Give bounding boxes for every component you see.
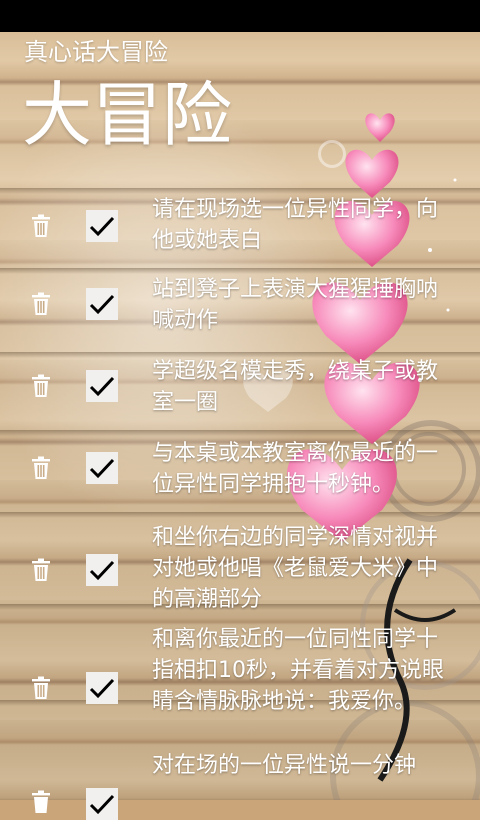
checkmark-icon [89,216,115,237]
done-checkbox[interactable] [86,370,118,402]
checkmark-icon [89,560,115,581]
done-checkbox[interactable] [86,788,118,820]
list-item: 学超级名模走秀，绕桌子或教室一圈 [0,342,480,424]
done-checkbox[interactable] [86,672,118,704]
dare-text: 和离你最近的一位同性同学十指相扣10秒，并看着对方说眼睛含情脉脉地说：我爱你。 [152,627,444,714]
list-item: 和坐你右边的同学深情对视并对她或他唱《老鼠爱大米》中的高潮部分 [0,506,480,612]
page-title: 大冒险 [22,74,232,156]
dare-text: 对在场的一位异性说一分钟 [152,753,417,778]
checkmark-icon [89,678,115,699]
trash-icon[interactable] [30,374,52,398]
dare-text: 学超级名模走秀，绕桌子或教室一圈 [152,359,439,415]
dare-text: 站到凳子上表演大猩猩捶胸呐喊动作 [152,277,439,333]
trash-icon[interactable] [30,558,52,582]
checkmark-icon [89,376,115,397]
done-checkbox[interactable] [86,554,118,586]
trash-icon[interactable] [30,214,52,238]
trash-icon[interactable] [30,292,52,316]
trash-icon[interactable] [30,676,52,700]
list-item: 站到凳子上表演大猩猩捶胸呐喊动作 [0,260,480,342]
checkmark-icon [89,294,115,315]
checkmark-icon [89,794,115,815]
done-checkbox[interactable] [86,288,118,320]
status-bar [0,0,480,32]
list-item: 请在现场选一位异性同学，向他或她表白 [0,190,480,260]
dare-text: 与本桌或本教室离你最近的一位异性同学拥抱十秒钟。 [152,441,439,497]
app-title: 真心话大冒险 [24,38,168,66]
checkmark-icon [89,458,115,479]
list-item: 与本桌或本教室离你最近的一位异性同学拥抱十秒钟。 [0,424,480,506]
list-item: 对在场的一位异性说一分钟 [0,750,480,820]
list-item: 和离你最近的一位同性同学十指相扣10秒，并看着对方说眼睛含情脉脉地说：我爱你。 [0,606,480,750]
dare-text: 和坐你右边的同学深情对视并对她或他唱《老鼠爱大米》中的高潮部分 [152,525,439,612]
trash-icon[interactable] [30,790,52,814]
done-checkbox[interactable] [86,210,118,242]
done-checkbox[interactable] [86,452,118,484]
dare-text: 请在现场选一位异性同学，向他或她表白 [152,197,439,253]
trash-icon[interactable] [30,456,52,480]
dare-list: 请在现场选一位异性同学，向他或她表白 站到凳子上表演大猩猩捶胸呐喊动作 学超级名… [0,190,480,820]
